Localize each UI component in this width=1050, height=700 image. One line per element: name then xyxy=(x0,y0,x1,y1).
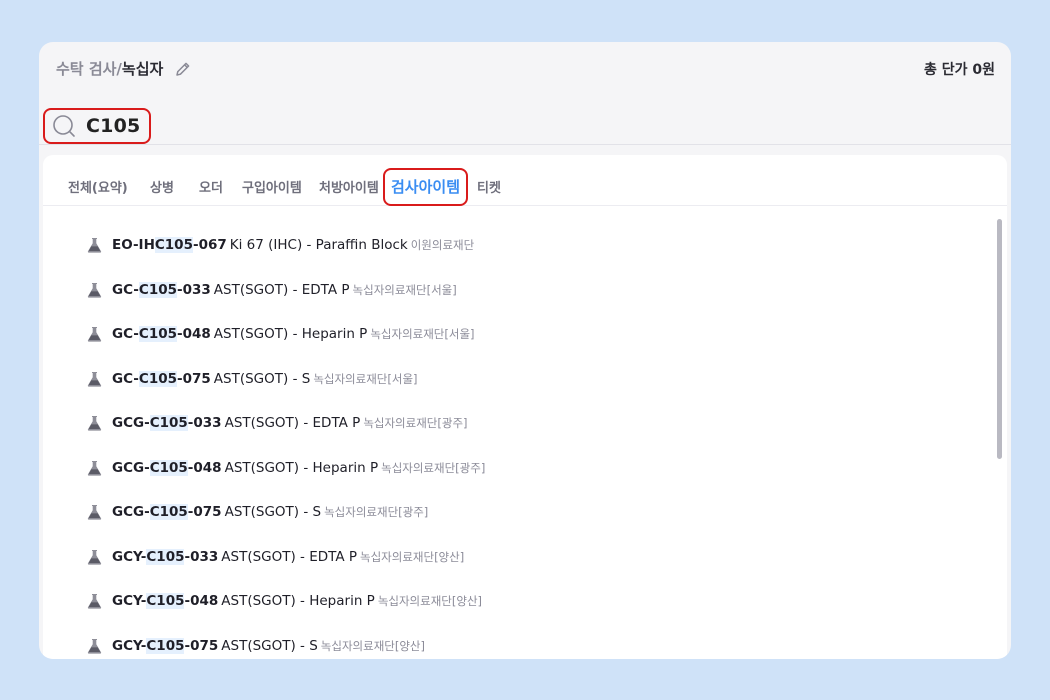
divider xyxy=(39,144,1011,145)
flask-icon xyxy=(87,505,102,520)
breadcrumb: 수탁 검사/ 녹십자 xyxy=(56,58,192,79)
result-lab: 이원의료재단 xyxy=(410,238,475,253)
total-price: 총 단가 0원 xyxy=(923,62,995,78)
result-row[interactable]: GCY-C105-033 AST(SGOT) - EDTA P 녹십자의료재단[… xyxy=(43,535,983,580)
result-name: AST(SGOT) - Heparin P xyxy=(213,326,368,343)
search-query[interactable]: C105 xyxy=(86,115,140,137)
flask-icon xyxy=(87,549,102,565)
tab-prescription-item[interactable]: 처방아이템 xyxy=(319,177,379,196)
result-list: EO-IHC105-067 Ki 67 (IHC) - Paraffin Blo… xyxy=(43,223,983,659)
result-row[interactable]: GC-C105-075 AST(SGOT) - S 녹십자의료재단[서울] xyxy=(43,357,983,402)
result-row[interactable]: GC-C105-048 AST(SGOT) - Heparin P 녹십자의료재… xyxy=(43,312,983,357)
result-code: GC-C105-075 xyxy=(112,370,211,387)
result-code: GCG-C105-075 xyxy=(112,504,222,521)
result-lab: 녹십자의료재단[광주] xyxy=(381,460,486,475)
result-lab: 녹십자의료재단[서울] xyxy=(370,327,475,342)
test-order-card: 수탁 검사/ 녹십자 총 단가 0원 C105 전체(요약) 상병 오더 구입아… xyxy=(39,42,1011,659)
result-lab: 녹십자의료재단[광주] xyxy=(363,416,468,431)
result-code: GCG-C105-048 xyxy=(112,459,222,476)
pencil-icon[interactable] xyxy=(174,60,192,78)
result-name: AST(SGOT) - EDTA P xyxy=(221,548,358,565)
result-row[interactable]: GCY-C105-048 AST(SGOT) - Heparin P 녹십자의료… xyxy=(43,579,983,624)
result-code: EO-IHC105-067 xyxy=(112,237,227,254)
tab-order[interactable]: 오더 xyxy=(199,177,223,196)
tab-purchase-item[interactable]: 구입아이템 xyxy=(242,177,302,196)
result-name: AST(SGOT) - S xyxy=(224,504,322,521)
results-panel: 전체(요약) 상병 오더 구입아이템 처방아이템 검사아이템 티켓 EO-IHC… xyxy=(43,155,1007,659)
result-code: GCY-C105-075 xyxy=(112,637,219,654)
result-row[interactable]: GCG-C105-033 AST(SGOT) - EDTA P 녹십자의료재단[… xyxy=(43,401,983,446)
flask-icon xyxy=(87,327,102,342)
result-name: AST(SGOT) - Heparin P xyxy=(224,459,379,476)
result-lab: 녹십자의료재단[광주] xyxy=(324,505,429,520)
result-name: AST(SGOT) - S xyxy=(221,637,318,654)
result-row[interactable]: EO-IHC105-067 Ki 67 (IHC) - Paraffin Blo… xyxy=(43,223,983,268)
breadcrumb-parent: 수탁 검사/ xyxy=(56,60,122,78)
card-header: 수탁 검사/ 녹십자 총 단가 0원 xyxy=(39,42,1011,94)
breadcrumb-current: 녹십자 xyxy=(121,60,164,78)
tab-ticket[interactable]: 티켓 xyxy=(477,177,501,196)
result-name: AST(SGOT) - Heparin P xyxy=(221,593,375,610)
flask-icon xyxy=(87,594,102,609)
flask-icon xyxy=(87,282,102,298)
tab-diagnosis[interactable]: 상병 xyxy=(150,177,174,196)
category-tabs: 전체(요약) 상병 오더 구입아이템 처방아이템 검사아이템 티켓 xyxy=(43,155,1007,206)
result-lab: 녹십자의료재단[양산] xyxy=(377,594,483,609)
search-icon xyxy=(52,114,76,138)
result-code: GC-C105-033 xyxy=(112,281,211,298)
flask-icon xyxy=(87,416,102,431)
search-field[interactable]: C105 xyxy=(43,108,151,144)
flask-icon xyxy=(87,460,102,476)
result-lab: 녹십자의료재단[양산] xyxy=(360,549,465,564)
results-scrollbar[interactable] xyxy=(997,215,1003,659)
flask-icon xyxy=(87,371,102,387)
scrollbar-thumb[interactable] xyxy=(997,219,1002,459)
result-code: GCG-C105-033 xyxy=(112,415,222,432)
result-name: AST(SGOT) - EDTA P xyxy=(213,281,350,298)
result-row[interactable]: GCY-C105-075 AST(SGOT) - S 녹십자의료재단[양산] xyxy=(43,624,983,660)
result-name: Ki 67 (IHC) - Paraffin Block xyxy=(229,237,408,254)
tab-test-item[interactable]: 검사아이템 xyxy=(383,168,469,206)
result-name: AST(SGOT) - S xyxy=(213,370,311,387)
result-row[interactable]: GC-C105-033 AST(SGOT) - EDTA P 녹십자의료재단[서… xyxy=(43,268,983,313)
result-name: AST(SGOT) - EDTA P xyxy=(224,415,361,432)
flask-icon xyxy=(87,638,102,654)
result-lab: 녹십자의료재단[서울] xyxy=(313,371,418,386)
flask-icon xyxy=(87,238,102,253)
result-code: GCY-C105-048 xyxy=(112,593,219,610)
result-row[interactable]: GCG-C105-048 AST(SGOT) - Heparin P 녹십자의료… xyxy=(43,446,983,491)
result-code: GC-C105-048 xyxy=(112,326,211,343)
result-row[interactable]: GCG-C105-075 AST(SGOT) - S 녹십자의료재단[광주] xyxy=(43,490,983,535)
result-lab: 녹십자의료재단[양산] xyxy=(320,638,425,653)
result-lab: 녹십자의료재단[서울] xyxy=(352,282,457,297)
tab-summary[interactable]: 전체(요약) xyxy=(68,177,128,196)
result-code: GCY-C105-033 xyxy=(112,548,219,565)
